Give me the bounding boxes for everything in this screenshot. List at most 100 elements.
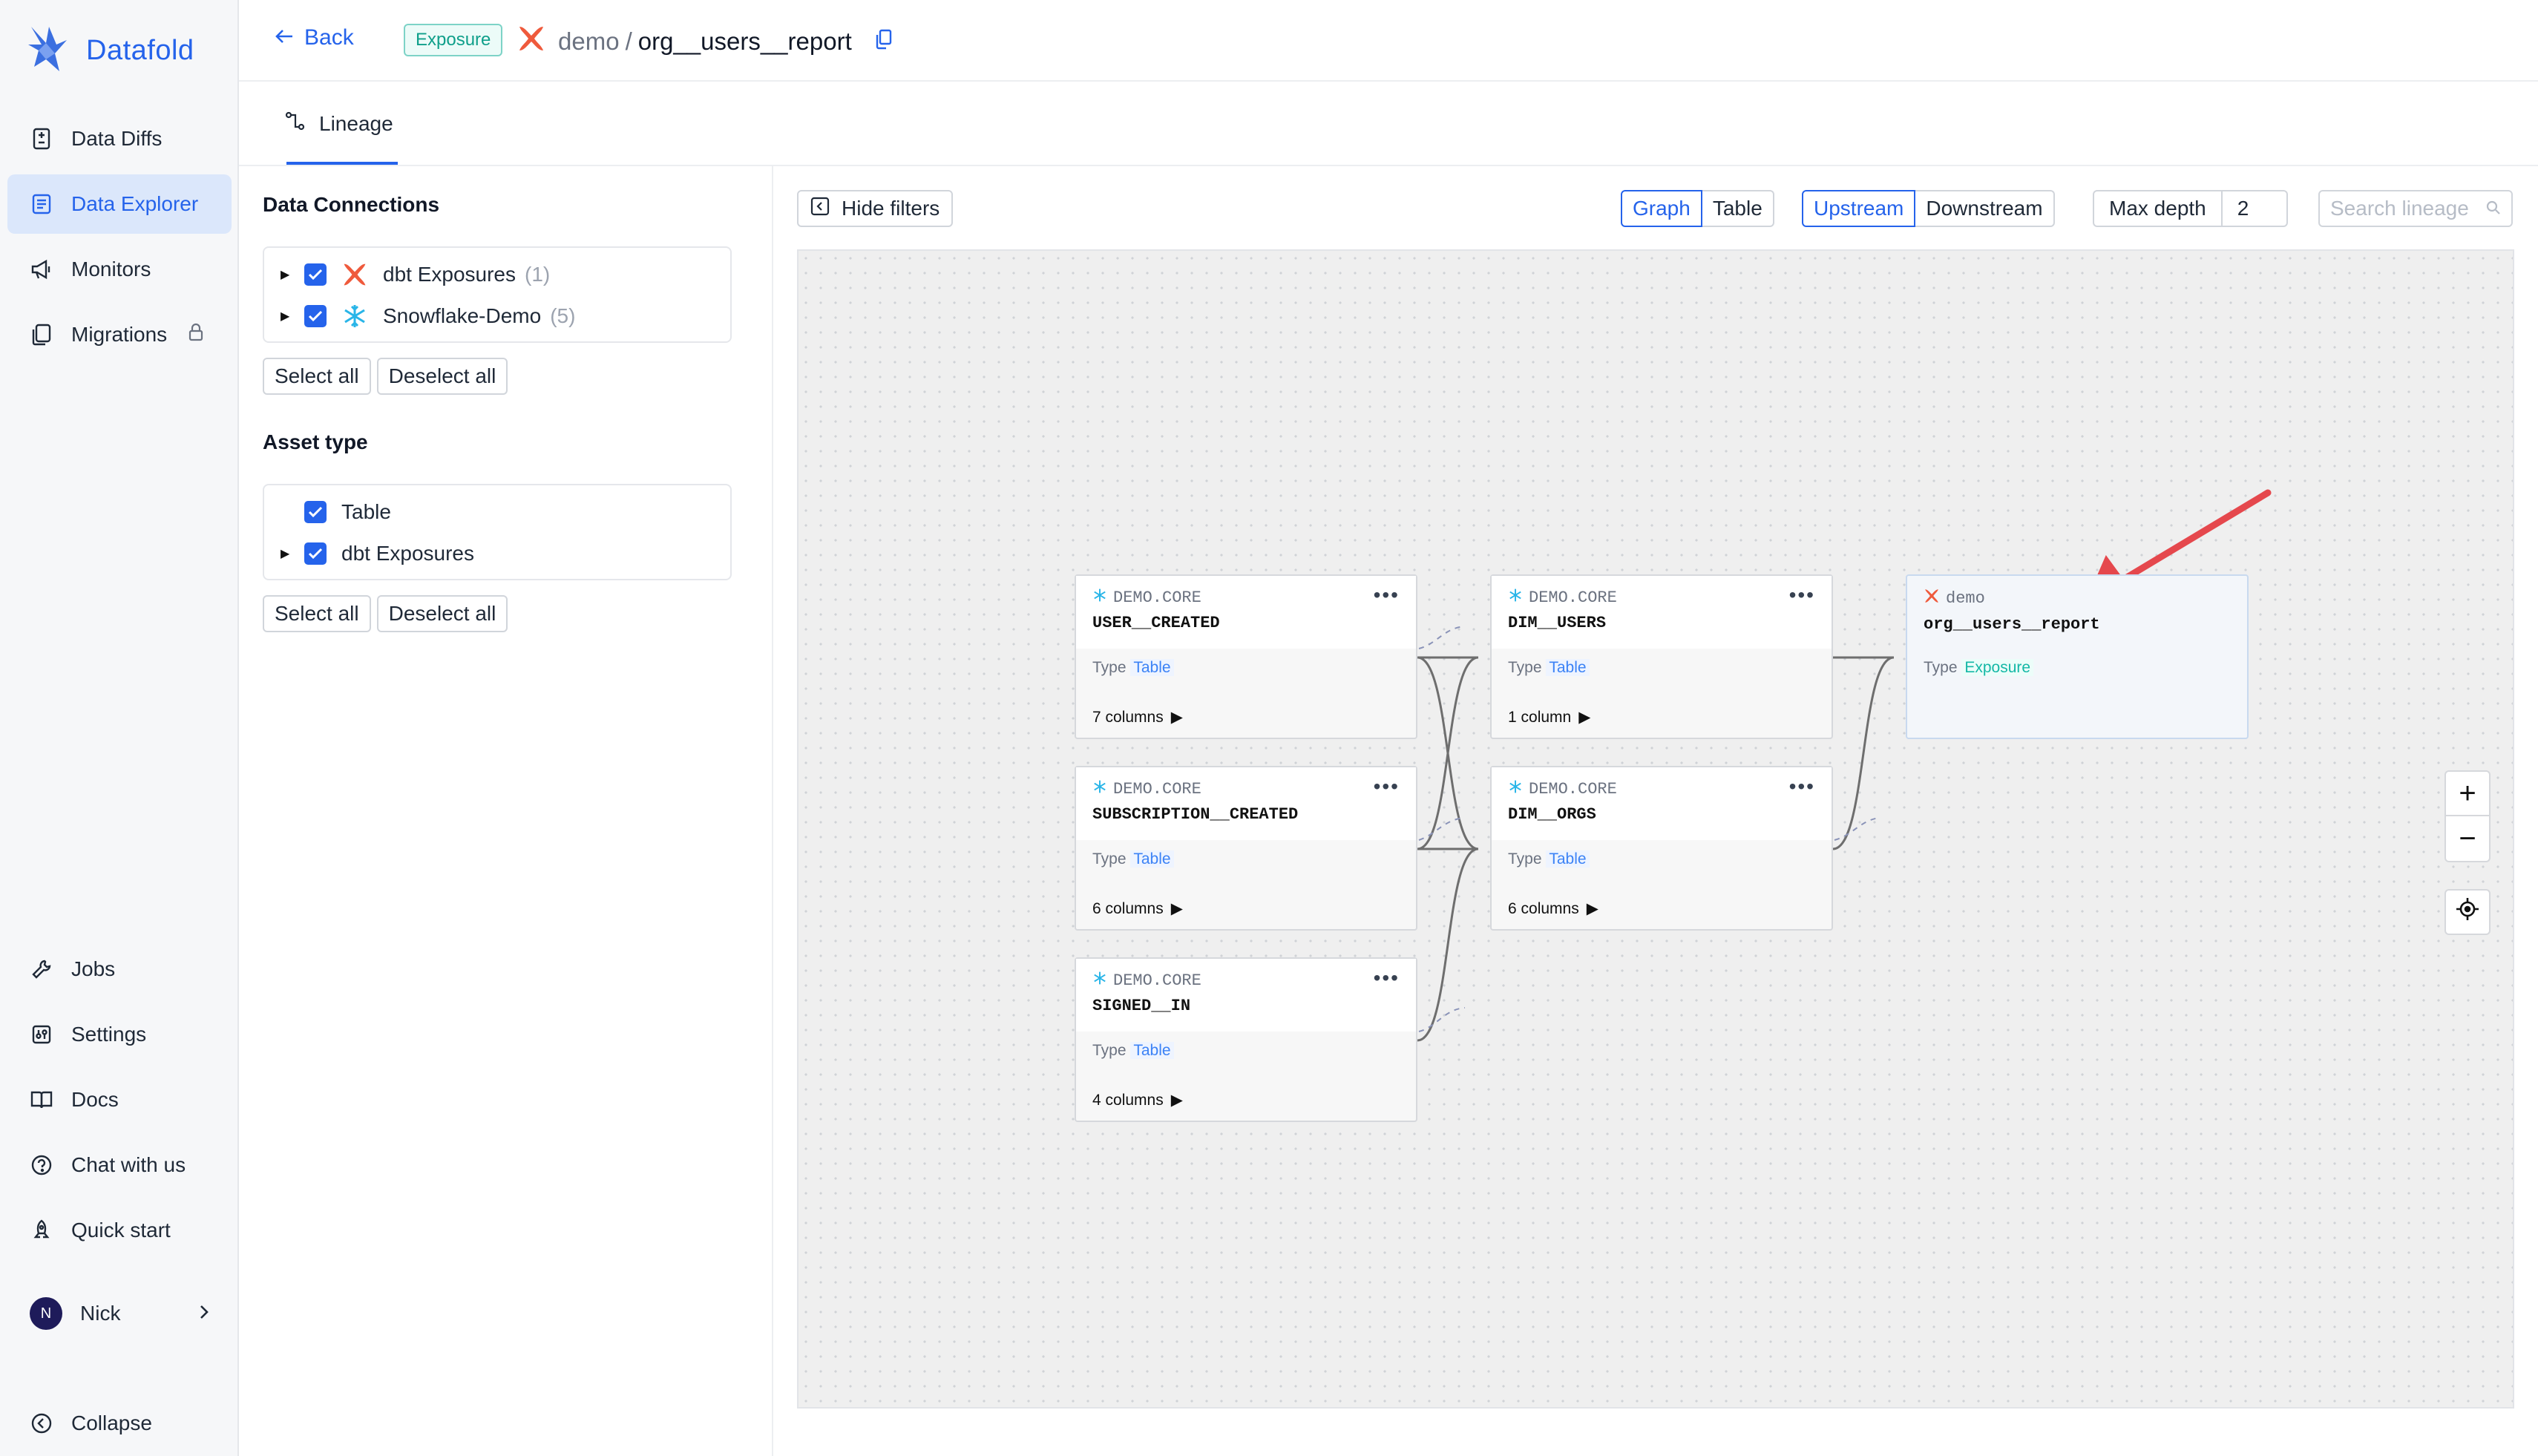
nav-quick-start[interactable]: Quick start (7, 1201, 232, 1260)
more-options-icon[interactable]: ••• (1374, 775, 1400, 798)
lineage-node-subscription-created[interactable]: DEMO.CORE SUBSCRIPTION__CREATED ••• Type… (1075, 766, 1417, 931)
user-menu[interactable]: N Nick (7, 1284, 232, 1343)
zoom-in-button[interactable]: + (2444, 770, 2491, 816)
lineage-canvas[interactable]: DEMO.CORE USER__CREATED ••• Type Table 7… (797, 249, 2514, 1409)
avatar: N (30, 1297, 62, 1330)
collapse-label: Collapse (71, 1411, 152, 1434)
lineage-icon (285, 111, 306, 136)
nav-label: Monitors (71, 258, 151, 281)
node-header: DEMO.CORE DIM__ORGS ••• (1492, 767, 1832, 840)
type-badge: Exposure (404, 24, 503, 56)
asset-type-row-table[interactable]: ▶ Table (264, 491, 730, 533)
asset-type-checkbox[interactable] (304, 501, 327, 523)
filters-toggle: Hide filters (797, 190, 954, 227)
nav-monitors[interactable]: Monitors (7, 240, 232, 299)
snowflake-icon (1092, 779, 1107, 799)
connection-row-snowflake[interactable]: ▶ Snowflake-Demo (5) (264, 295, 730, 337)
recenter-button[interactable] (2444, 889, 2491, 935)
node-columns-toggle[interactable]: 6 columns ▶ (1508, 899, 1598, 918)
view-graph-button[interactable]: Graph (1621, 190, 1702, 227)
lineage-node-signed-in[interactable]: DEMO.CORE SIGNED__IN ••• Type Table 4 co… (1075, 957, 1417, 1122)
select-all-button[interactable]: Select all (263, 358, 371, 395)
connections-actions: Select all Deselect all (263, 358, 508, 395)
more-options-icon[interactable]: ••• (1789, 583, 1815, 607)
nav-settings[interactable]: Settings (7, 1005, 232, 1064)
nav-label: Chat with us (71, 1153, 186, 1176)
brand[interactable]: Datafold (27, 24, 194, 78)
upstream-button[interactable]: Upstream (1802, 190, 1916, 227)
copy-icon[interactable] (876, 27, 892, 56)
asset-type-row-dbt-exposures[interactable]: ▶ dbt Exposures (264, 533, 730, 574)
caret-right-icon: ▶ (1578, 709, 1591, 726)
asset-type-tree: ▶ Table ▶ dbt Exposures (263, 484, 732, 580)
diff-icon (30, 127, 53, 151)
connection-count: (5) (550, 304, 576, 327)
nav-jobs[interactable]: Jobs (7, 939, 232, 999)
tab-bar: Lineage (239, 83, 2538, 166)
node-ns-text: DEMO.CORE (1113, 588, 1201, 607)
node-name: DIM__USERS (1508, 614, 1607, 632)
node-columns-toggle[interactable]: 1 column ▶ (1508, 708, 1590, 727)
node-columns-label: 7 columns (1092, 708, 1164, 726)
node-columns-toggle[interactable]: 6 columns ▶ (1092, 899, 1183, 918)
node-type-value: Table (1130, 1042, 1174, 1059)
node-columns-toggle[interactable]: 4 columns ▶ (1092, 1091, 1183, 1109)
connection-count: (1) (525, 263, 551, 286)
lineage-node-dim-users[interactable]: DEMO.CORE DIM__USERS ••• Type Table 1 co… (1490, 574, 1833, 739)
node-ns-text: demo (1946, 589, 1985, 608)
asset-type-label: dbt Exposures (341, 542, 474, 565)
node-columns-toggle[interactable]: 7 columns ▶ (1092, 708, 1183, 727)
node-namespace: DEMO.CORE (1508, 588, 1815, 608)
node-type-value: Table (1130, 850, 1174, 868)
node-type: Type Table (1092, 850, 1174, 868)
edge-dashed (1418, 626, 1466, 649)
view-table-button[interactable]: Table (1702, 190, 1774, 227)
connection-checkbox[interactable] (304, 263, 327, 286)
connection-checkbox[interactable] (304, 305, 327, 327)
max-depth-input[interactable]: 2 (2222, 190, 2288, 227)
hide-filters-button[interactable]: Hide filters (797, 190, 954, 227)
deselect-all-button[interactable]: Deselect all (376, 358, 508, 395)
max-depth-control: Max depth 2 (2093, 190, 2288, 227)
caret-right-icon[interactable]: ▶ (281, 546, 295, 561)
nav-label: Data Diffs (71, 127, 163, 150)
back-label: Back (304, 25, 354, 50)
downstream-button[interactable]: Downstream (1915, 190, 2055, 227)
caret-right-icon[interactable]: ▶ (281, 309, 295, 324)
snowflake-icon (1508, 779, 1523, 799)
back-button[interactable]: Back (275, 25, 354, 50)
caret-right-icon: ▶ (1586, 900, 1598, 917)
node-header: DEMO.CORE USER__CREATED ••• (1076, 576, 1416, 649)
dbt-icon (341, 261, 368, 288)
edge-dashed (1418, 1007, 1466, 1032)
more-options-icon[interactable]: ••• (1789, 775, 1815, 798)
asset-type-checkbox[interactable] (304, 542, 327, 565)
view-mode-toggle: Graph Table (1621, 190, 1774, 227)
nav-docs[interactable]: Docs (7, 1070, 232, 1129)
zoom-out-button[interactable]: − (2444, 816, 2491, 862)
nav-data-explorer[interactable]: Data Explorer (7, 174, 232, 234)
select-all-button[interactable]: Select all (263, 595, 371, 632)
more-options-icon[interactable]: ••• (1374, 966, 1400, 990)
nav-chat[interactable]: Chat with us (7, 1135, 232, 1195)
more-options-icon[interactable]: ••• (1374, 583, 1400, 607)
caret-right-icon[interactable]: ▶ (281, 267, 295, 282)
nav-migrations[interactable]: Migrations (7, 305, 232, 364)
lineage-node-dim-orgs[interactable]: DEMO.CORE DIM__ORGS ••• Type Table 6 col… (1490, 766, 1833, 931)
nav-data-diffs[interactable]: Data Diffs (7, 109, 232, 168)
node-columns-label: 4 columns (1092, 1091, 1164, 1109)
settings-icon (30, 1023, 53, 1046)
deselect-all-button[interactable]: Deselect all (376, 595, 508, 632)
node-name: SUBSCRIPTION__CREATED (1092, 805, 1299, 824)
lineage-node-org-users-report[interactable]: demo org__users__report Type Exposure (1906, 574, 2249, 739)
nav-label: Jobs (71, 957, 116, 980)
search-icon (2486, 197, 2501, 220)
node-namespace: DEMO.CORE (1508, 779, 1815, 799)
connection-row-dbt[interactable]: ▶ dbt Exposures (1) (264, 254, 730, 295)
lineage-node-user-created[interactable]: DEMO.CORE USER__CREATED ••• Type Table 7… (1075, 574, 1417, 739)
collapse-button[interactable]: Collapse (7, 1394, 232, 1453)
edge-dashed (1834, 817, 1880, 841)
search-lineage-input[interactable]: Search lineage (2318, 190, 2513, 227)
page-title: org__users__report (637, 27, 852, 55)
tab-lineage[interactable]: Lineage (285, 111, 393, 136)
